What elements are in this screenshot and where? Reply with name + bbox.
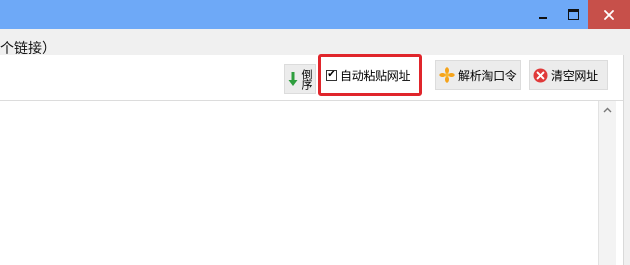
auto-paste-checkbox[interactable]: ✔ bbox=[326, 69, 337, 81]
auto-paste-label: 自动粘贴网址 bbox=[340, 68, 411, 83]
reverse-order-label: 倒序 bbox=[300, 69, 313, 89]
close-button[interactable] bbox=[588, 0, 630, 29]
down-arrow-icon bbox=[288, 72, 298, 86]
clear-circle-icon bbox=[533, 68, 548, 82]
title-bar bbox=[0, 0, 630, 29]
parse-taokouling-label: 解析淘口令 bbox=[458, 68, 517, 83]
minimize-button[interactable] bbox=[528, 0, 558, 29]
scroll-up-button[interactable] bbox=[599, 103, 616, 117]
chevron-up-icon bbox=[603, 107, 612, 113]
maximize-icon bbox=[567, 9, 579, 20]
close-icon bbox=[604, 9, 614, 20]
minimize-icon bbox=[539, 17, 547, 19]
reverse-order-button[interactable]: 倒序 bbox=[284, 64, 316, 94]
vertical-scrollbar[interactable] bbox=[598, 101, 616, 265]
clear-urls-button[interactable]: 清空网址 bbox=[529, 60, 608, 90]
clear-urls-label: 清空网址 bbox=[551, 68, 598, 83]
toolbar-divider bbox=[0, 100, 623, 101]
link-count-label: 个链接） bbox=[0, 41, 56, 57]
auto-paste-checkbox-row[interactable]: ✔ 自动粘贴网址 bbox=[326, 64, 411, 86]
sparkle-icon bbox=[439, 67, 455, 83]
checkmark-icon: ✔ bbox=[327, 69, 336, 80]
maximize-button[interactable] bbox=[558, 0, 588, 29]
parse-taokouling-button[interactable]: 解析淘口令 bbox=[435, 60, 521, 90]
